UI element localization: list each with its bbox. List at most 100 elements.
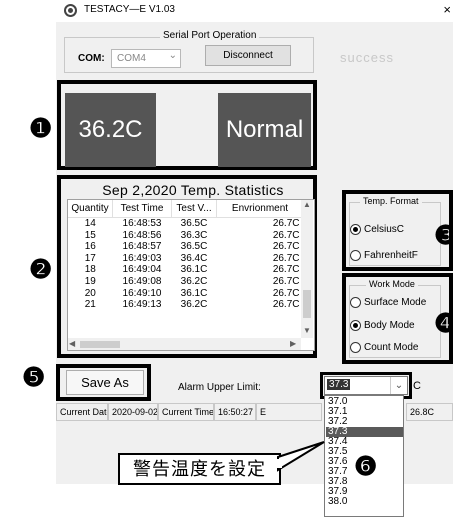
- cell-environment: 26.7C: [272, 264, 300, 276]
- cell-environment: 26.7C: [272, 252, 300, 264]
- cell-test-time: 16:49:13: [122, 299, 162, 311]
- scroll-left-icon[interactable]: ◀: [69, 339, 75, 348]
- fahrenheit-radio[interactable]: [350, 250, 361, 261]
- column-header-test-time[interactable]: Test Time: [112, 200, 172, 218]
- cell-test-time: 16:49:10: [122, 287, 162, 299]
- com-port-select[interactable]: COM4 ⌄: [111, 49, 181, 68]
- table-row[interactable]: 18 16:49:04 36.1C 26.7C: [68, 264, 304, 276]
- marker-4-badge: ❹: [434, 308, 453, 338]
- table-row[interactable]: 15 16:48:56 36.3C 26.7C: [68, 230, 304, 242]
- app-logo-icon: [64, 4, 77, 17]
- com-port-value: COM4: [117, 53, 146, 64]
- date-label: Current Date：: [56, 403, 108, 421]
- cell-quantity: 14: [84, 218, 96, 229]
- status-extra: E: [256, 403, 322, 421]
- cell-test-time: 16:48:56: [122, 229, 162, 241]
- annotation-callout: 警告温度を設定: [118, 453, 281, 485]
- cell-test-value: 36.2C: [180, 299, 208, 311]
- environment-temp: 26.8C: [406, 403, 453, 421]
- cell-test-time: 16:48:53: [122, 218, 162, 229]
- connection-status: success: [340, 50, 394, 65]
- column-header-quantity[interactable]: Quantity: [68, 200, 113, 218]
- marker-1-badge: ❶: [29, 113, 53, 143]
- close-icon[interactable]: ×: [443, 2, 451, 17]
- cell-environment: 26.7C: [272, 287, 300, 299]
- table-vertical-scrollbar[interactable]: ▲ ▼: [301, 200, 313, 338]
- cell-test-value: 36.4C: [180, 252, 208, 264]
- work-mode-legend: Work Mode: [366, 279, 418, 289]
- cell-quantity: 20: [84, 287, 96, 299]
- alarm-limit-select[interactable]: 37.3 ⌄: [324, 376, 408, 395]
- marker-5-badge: ❺: [22, 362, 46, 392]
- time-label: Current Time：: [158, 403, 214, 421]
- marker-2-badge: ❷: [29, 254, 53, 284]
- temp-format-legend: Temp. Format: [360, 196, 422, 206]
- table-row[interactable]: 21 16:49:13 36.2C 26.7C: [68, 299, 304, 311]
- cell-test-value: 36.1C: [180, 264, 208, 276]
- cell-quantity: 16: [84, 241, 96, 253]
- com-label: COM:: [78, 53, 105, 64]
- cell-quantity: 15: [84, 229, 96, 241]
- alarm-upper-limit-label: Alarm Upper Limit:: [178, 382, 261, 393]
- disconnect-button[interactable]: Disconnect: [205, 45, 291, 66]
- count-mode-radio[interactable]: [350, 342, 361, 353]
- callout-pointer: [276, 441, 325, 472]
- table-row[interactable]: 16 16:48:57 36.5C 26.7C: [68, 241, 304, 253]
- chevron-down-icon[interactable]: ⌄: [390, 377, 407, 394]
- cell-quantity: 18: [84, 264, 96, 276]
- cell-test-value: 36.5C: [180, 218, 208, 229]
- cell-environment: 26.7C: [272, 275, 300, 287]
- table-row[interactable]: 20 16:49:10 36.1C 26.7C: [68, 288, 304, 300]
- celsius-radio[interactable]: [350, 224, 361, 235]
- status-display: Normal: [218, 93, 311, 167]
- cell-test-time: 16:49:03: [122, 252, 162, 264]
- vertical-scroll-thumb[interactable]: [303, 290, 311, 318]
- stats-table[interactable]: Quantity Test Time Test V... Envrionment…: [67, 199, 315, 351]
- column-header-environment[interactable]: Envrionment: [216, 200, 304, 218]
- alarm-limit-value: 37.3: [327, 379, 351, 390]
- cell-test-value: 36.2C: [180, 275, 208, 287]
- title-bar: TESTACY—E V1.03 ×: [56, 0, 453, 22]
- surface-mode-label[interactable]: Surface Mode: [364, 297, 426, 308]
- window-title: TESTACY—E V1.03: [84, 4, 175, 15]
- column-header-test-value[interactable]: Test V...: [171, 200, 217, 218]
- marker-6-badge: ❻: [354, 451, 378, 481]
- table-row[interactable]: 19 16:49:08 36.2C 26.7C: [68, 276, 304, 288]
- cell-test-time: 16:49:04: [122, 264, 162, 276]
- body-mode-radio[interactable]: [350, 320, 361, 331]
- table-row[interactable]: 17 16:49:03 36.4C 26.7C: [68, 253, 304, 265]
- horizontal-scroll-thumb[interactable]: [80, 341, 120, 348]
- marker-3-badge: ❸: [434, 220, 453, 250]
- count-mode-label[interactable]: Count Mode: [364, 342, 418, 353]
- cell-environment: 26.7C: [272, 299, 300, 311]
- cell-environment: 26.7C: [272, 218, 300, 229]
- surface-mode-radio[interactable]: [350, 297, 361, 308]
- stats-title: Sep 2,2020 Temp. Statistics: [102, 182, 284, 198]
- cell-test-time: 16:49:08: [122, 275, 162, 287]
- current-date: 2020-09-02: [108, 403, 158, 421]
- cell-test-value: 36.1C: [180, 287, 208, 299]
- cell-test-time: 16:48:57: [122, 241, 162, 253]
- cell-test-value: 36.5C: [180, 241, 208, 253]
- table-row[interactable]: 14 16:48:53 36.5C 26.7C: [68, 218, 304, 230]
- cell-quantity: 17: [84, 252, 96, 264]
- cell-quantity: 21: [84, 299, 96, 311]
- temperature-display: 36.2C: [65, 93, 156, 167]
- fahrenheit-label[interactable]: FahrenheitF: [364, 250, 418, 261]
- cell-environment: 26.7C: [272, 241, 300, 253]
- current-time: 16:50:27: [214, 403, 256, 421]
- dropdown-option[interactable]: 38.0: [328, 497, 347, 507]
- cell-test-value: 36.3C: [180, 229, 208, 241]
- scroll-up-icon[interactable]: ▲: [303, 200, 311, 209]
- scroll-right-icon[interactable]: ▶: [290, 339, 296, 348]
- save-as-button[interactable]: Save As: [66, 370, 144, 395]
- body-mode-label[interactable]: Body Mode: [364, 320, 415, 331]
- alarm-unit: C: [413, 380, 421, 392]
- scroll-down-icon[interactable]: ▼: [303, 326, 311, 335]
- cell-quantity: 19: [84, 275, 96, 287]
- chevron-down-icon: ⌄: [168, 50, 177, 61]
- cell-environment: 26.7C: [272, 229, 300, 241]
- celsius-label[interactable]: CelsiusC: [364, 224, 404, 235]
- table-horizontal-scrollbar[interactable]: ◀ ▶: [68, 338, 301, 350]
- serial-port-legend: Serial Port Operation: [160, 30, 260, 41]
